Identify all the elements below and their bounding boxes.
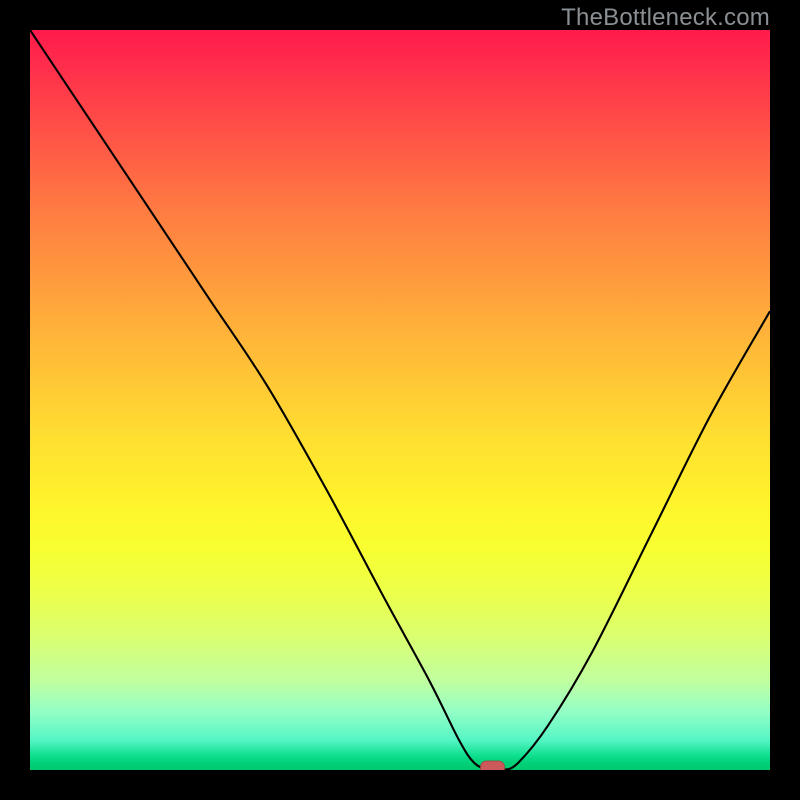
- chart-container: TheBottleneck.com: [0, 0, 800, 800]
- plot-area: [30, 30, 770, 770]
- watermark-label: TheBottleneck.com: [561, 4, 770, 32]
- optimal-marker: [481, 761, 505, 770]
- chart-svg: [30, 30, 770, 770]
- bottleneck-curve: [30, 30, 770, 770]
